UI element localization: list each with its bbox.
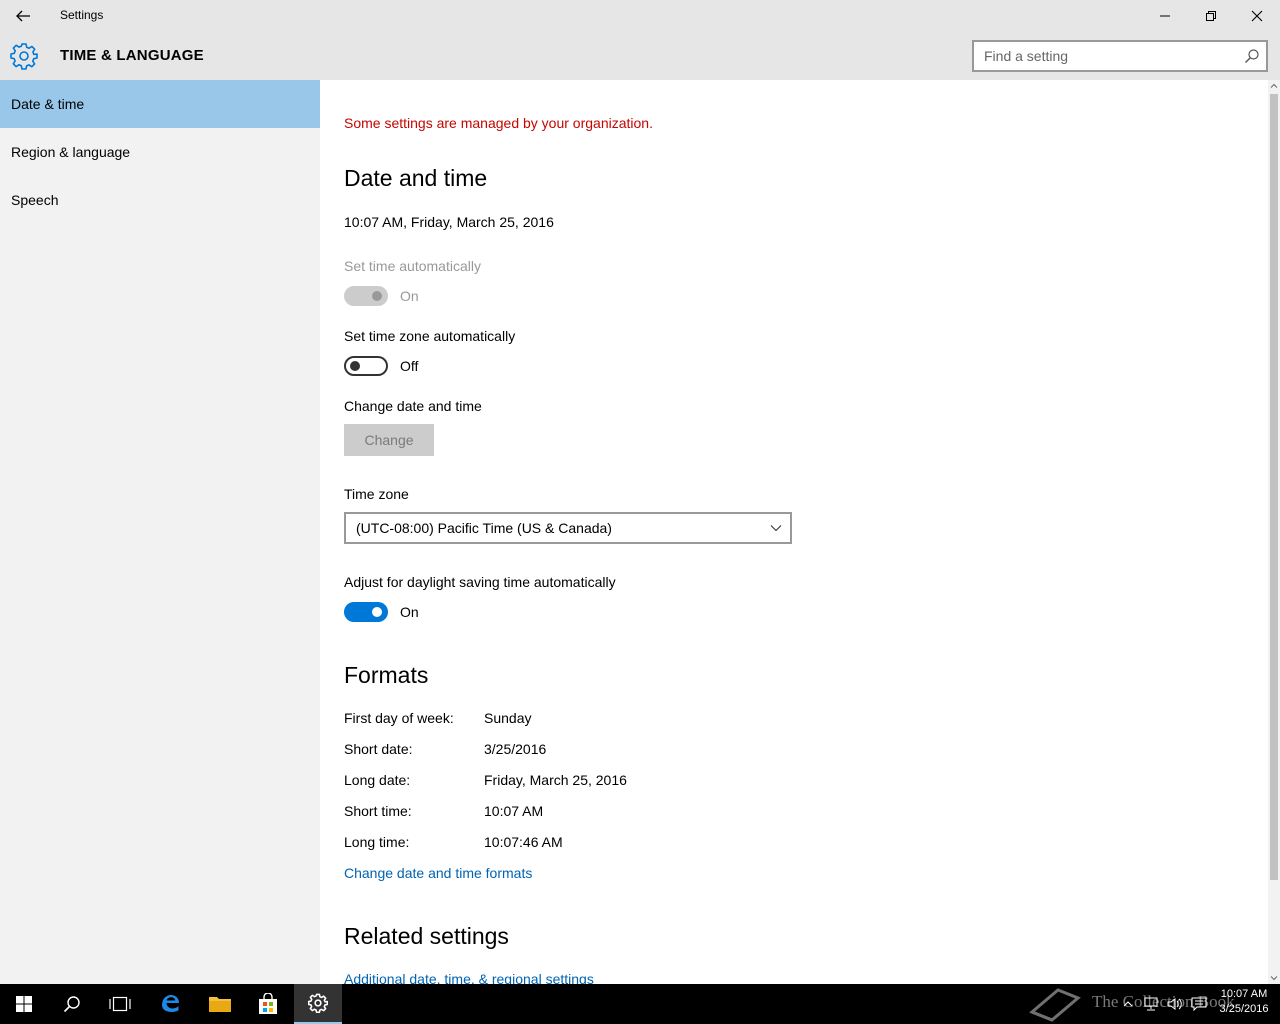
volume-icon <box>1167 998 1182 1010</box>
title-bar: Settings <box>0 0 1280 32</box>
page-title: TIME & LANGUAGE <box>60 47 204 64</box>
back-arrow-icon <box>16 10 30 22</box>
task-view-icon <box>109 996 131 1012</box>
start-button[interactable] <box>0 984 48 1024</box>
toggle-knob <box>372 291 382 301</box>
window-title: Settings <box>60 8 104 22</box>
taskbar-search-button[interactable] <box>48 984 96 1024</box>
taskbar-clock[interactable]: 10:07 AM 3/25/2016 <box>1212 987 1276 1017</box>
clock-date: 3/25/2016 <box>1219 1003 1269 1015</box>
format-value: 3/25/2016 <box>484 741 547 757</box>
time-zone-value: (UTC-08:00) Pacific Time (US & Canada) <box>356 520 612 536</box>
set-time-auto-toggle <box>344 286 388 306</box>
change-button[interactable]: Change <box>344 424 434 456</box>
dst-label: Adjust for daylight saving time automati… <box>344 574 616 590</box>
volume-tray-button[interactable] <box>1164 984 1186 1024</box>
formats-heading: Formats <box>344 662 429 688</box>
clock-time: 10:07 AM <box>1220 988 1268 1000</box>
taskbar: The Collection Book 10:07 AM 3/25/2016 <box>0 984 1280 1024</box>
restore-button[interactable] <box>1188 0 1234 32</box>
network-tray-button[interactable] <box>1140 984 1162 1024</box>
main-content: Some settings are managed by your organi… <box>320 80 1268 984</box>
edge-browser-icon <box>162 995 179 1012</box>
format-label: Long time: <box>344 834 410 850</box>
scrollbar[interactable] <box>1268 80 1280 984</box>
minimize-icon <box>1160 15 1170 17</box>
format-label: Short date: <box>344 741 413 757</box>
edge-button[interactable] <box>146 984 194 1024</box>
dst-state: On <box>400 604 419 620</box>
related-settings-heading: Related settings <box>344 923 509 949</box>
sidebar: Date & time Region & language Speech <box>0 80 320 984</box>
restore-icon <box>1206 11 1216 21</box>
caret-down-icon <box>1270 976 1278 981</box>
scroll-down-button[interactable] <box>1268 972 1280 984</box>
current-datetime: 10:07 AM, Friday, March 25, 2016 <box>344 214 554 230</box>
task-view-button[interactable] <box>96 984 144 1024</box>
settings-taskbar-button[interactable] <box>294 984 342 1024</box>
format-label: First day of week: <box>344 710 454 726</box>
search-icon[interactable] <box>1244 48 1260 64</box>
chevron-up-icon <box>1123 1001 1133 1007</box>
settings-header: TIME & LANGUAGE <box>0 32 1280 80</box>
close-icon <box>1251 10 1263 22</box>
set-time-auto-label: Set time automatically <box>344 258 481 274</box>
minimize-button[interactable] <box>1142 0 1188 32</box>
caret-up-icon <box>1270 83 1278 88</box>
gear-icon <box>10 43 38 70</box>
close-button[interactable] <box>1234 0 1280 32</box>
format-value: Sunday <box>484 710 532 726</box>
managed-warning: Some settings are managed by your organi… <box>344 115 653 131</box>
gear-icon <box>308 993 328 1013</box>
sidebar-item-speech[interactable]: Speech <box>0 176 320 224</box>
time-zone-select[interactable]: (UTC-08:00) Pacific Time (US & Canada) <box>344 512 792 544</box>
format-label: Short time: <box>344 803 412 819</box>
sidebar-item-date-time[interactable]: Date & time <box>0 80 320 128</box>
date-time-heading: Date and time <box>344 165 488 191</box>
set-time-auto-state: On <box>400 288 419 304</box>
store-icon <box>259 993 277 1014</box>
action-center-button[interactable] <box>1188 984 1210 1024</box>
format-value: 10:07:46 AM <box>484 834 563 850</box>
toggle-knob <box>372 607 382 617</box>
change-formats-link[interactable]: Change date and time formats <box>344 865 532 881</box>
set-tz-auto-state: Off <box>400 358 419 374</box>
scroll-up-button[interactable] <box>1268 80 1280 92</box>
sidebar-item-region-language[interactable]: Region & language <box>0 128 320 176</box>
search-icon <box>63 996 80 1013</box>
network-icon <box>1144 997 1158 1011</box>
book-icon <box>1029 988 1081 1022</box>
store-button[interactable] <box>244 984 292 1024</box>
notification-icon <box>1191 997 1207 1011</box>
search-input[interactable] <box>974 42 1224 70</box>
format-value: 10:07 AM <box>484 803 544 819</box>
format-value: Friday, March 25, 2016 <box>484 772 627 788</box>
set-tz-auto-label: Set time zone automatically <box>344 328 516 344</box>
show-hidden-icons-button[interactable] <box>1118 984 1138 1024</box>
folder-icon <box>209 997 231 1012</box>
format-label: Long date: <box>344 772 411 788</box>
change-dt-label: Change date and time <box>344 398 482 414</box>
time-zone-label: Time zone <box>344 486 409 502</box>
additional-settings-link[interactable]: Additional date, time, & regional settin… <box>344 971 594 984</box>
windows-logo-icon <box>16 996 32 1012</box>
chevron-down-icon <box>770 525 782 532</box>
toggle-knob <box>350 361 360 371</box>
set-tz-auto-toggle[interactable] <box>344 356 388 376</box>
scroll-thumb[interactable] <box>1270 94 1278 880</box>
search-box[interactable] <box>972 40 1268 72</box>
file-explorer-button[interactable] <box>196 984 244 1024</box>
back-button[interactable] <box>0 0 46 32</box>
dst-toggle[interactable] <box>344 602 388 622</box>
